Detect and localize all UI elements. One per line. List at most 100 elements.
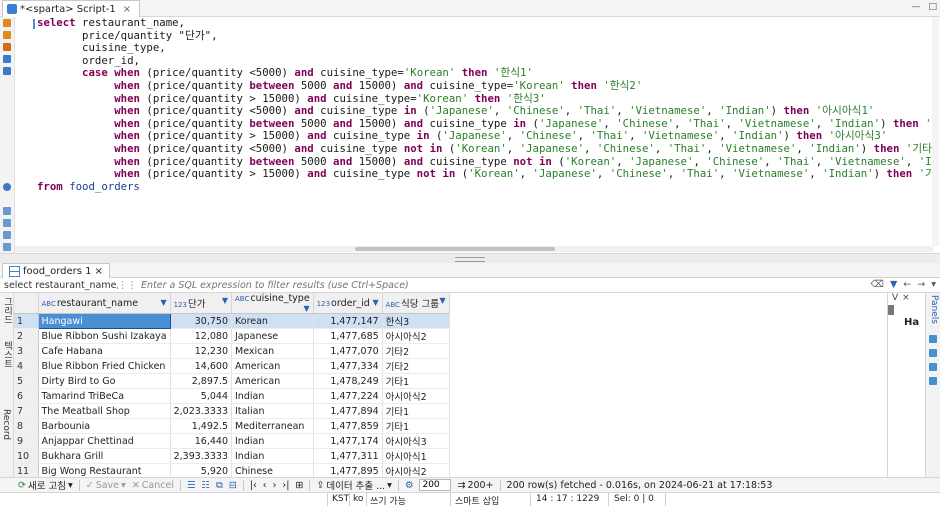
load-plan-icon[interactable] xyxy=(3,67,11,75)
sort-icon[interactable]: ▼ xyxy=(373,298,379,307)
grid-view-tab[interactable]: 그리드 xyxy=(1,297,14,324)
table-cell[interactable]: Mediterranean xyxy=(231,418,314,434)
chevron-down-icon[interactable]: ▾ xyxy=(121,480,126,491)
save-button[interactable]: ✓ Save ▾ xyxy=(86,480,126,491)
table-cell[interactable]: 16,440 xyxy=(170,433,233,449)
clear-filter-icon[interactable]: ⌫ xyxy=(871,279,884,290)
export-button[interactable]: ⇪ 데이터 추출 ... ▾ xyxy=(316,478,392,493)
table-cell[interactable]: 아시아식3 xyxy=(382,433,450,449)
row-number-cell[interactable]: 3 xyxy=(14,343,39,359)
table-row[interactable]: 1 Hangawi 30,750 Korean 1,477,147 한식3 xyxy=(14,313,450,329)
fetch-more-button[interactable]: ⇉ 200+ xyxy=(457,480,493,491)
panels-tab[interactable]: Panels xyxy=(929,295,939,324)
last-page-button[interactable]: ›| xyxy=(282,480,289,491)
fetch-settings-icon[interactable]: ⚙ xyxy=(405,480,414,491)
table-cell[interactable]: American xyxy=(231,373,314,389)
table-cell[interactable]: Hangawi xyxy=(37,313,171,329)
fetch-size-input[interactable] xyxy=(419,479,452,491)
value-panel-scroll-thumb[interactable] xyxy=(888,305,894,315)
table-cell[interactable]: 1,477,147 xyxy=(313,313,383,329)
first-page-button[interactable]: |‹ xyxy=(250,480,257,491)
table-cell[interactable]: Anjappar Chettinad xyxy=(38,433,171,449)
close-icon[interactable]: × xyxy=(95,266,103,277)
editor-vertical-scrollbar[interactable] xyxy=(932,17,939,246)
file-icon[interactable] xyxy=(3,231,11,239)
table-cell[interactable]: 30,750 xyxy=(170,313,233,329)
forward-icon[interactable]: → xyxy=(917,279,925,290)
table-cell[interactable]: 5,044 xyxy=(170,388,233,404)
table-cell[interactable]: 아시아식2 xyxy=(382,328,450,344)
row-number-cell[interactable]: 1 xyxy=(14,313,39,329)
table-cell[interactable]: Indian xyxy=(231,388,314,404)
sort-icon[interactable]: ▼ xyxy=(304,304,310,313)
table-cell[interactable]: Tamarind TriBeCa xyxy=(38,388,171,404)
row-number-cell[interactable]: 4 xyxy=(14,358,39,374)
query-preview[interactable]: select restaurant_name, pric xyxy=(0,280,118,291)
table-cell[interactable]: 1,492.5 xyxy=(170,418,233,434)
column-header[interactable]: ABCrestaurant_name ▼ xyxy=(38,293,171,314)
row-number-cell[interactable]: 7 xyxy=(14,403,39,419)
table-cell[interactable]: Italian xyxy=(231,403,314,419)
table-cell[interactable]: 아시아식2 xyxy=(382,463,450,477)
panel-calc-icon[interactable] xyxy=(929,363,937,371)
copy-icon[interactable] xyxy=(3,207,11,215)
table-cell[interactable]: American xyxy=(231,358,314,374)
table-cell[interactable]: The Meatball Shop xyxy=(38,403,171,419)
row-number-cell[interactable]: 2 xyxy=(14,328,39,344)
table-cell[interactable]: 2,393.3333 xyxy=(170,448,233,464)
sort-icon[interactable]: ▼ xyxy=(222,296,228,305)
table-cell[interactable]: Japanese xyxy=(231,328,314,344)
maximize-icon[interactable]: □ xyxy=(928,2,937,12)
table-row[interactable]: 7 The Meatball Shop 2,023.3333 Italian 1,477… xyxy=(14,403,450,419)
table-cell[interactable]: Big Wong Restaurant xyxy=(38,463,171,477)
editor-horizontal-scrollbar[interactable] xyxy=(15,246,933,252)
sql-editor[interactable]: select restaurant_name, price/quantity "… xyxy=(15,17,933,253)
row-number-cell[interactable]: 9 xyxy=(14,433,39,449)
table-cell[interactable]: 1,477,224 xyxy=(313,388,383,404)
explain-plan-icon[interactable] xyxy=(3,55,11,63)
table-cell[interactable]: 14,600 xyxy=(170,358,233,374)
table-cell[interactable]: Indian xyxy=(231,433,314,449)
table-cell[interactable]: Dirty Bird to Go xyxy=(38,373,171,389)
chevron-down-icon[interactable]: ▾ xyxy=(68,480,73,491)
record-view-tab[interactable]: Record xyxy=(1,409,11,440)
table-cell[interactable]: Blue Ribbon Sushi Izakaya xyxy=(38,328,171,344)
panel-metadata-icon[interactable] xyxy=(929,349,937,357)
table-cell[interactable]: 기타1 xyxy=(382,418,450,434)
table-cell[interactable]: 1,477,859 xyxy=(313,418,383,434)
table-cell[interactable]: 12,080 xyxy=(170,328,233,344)
editor-scroll-thumb[interactable] xyxy=(355,247,555,251)
export-icon[interactable] xyxy=(3,243,11,251)
table-cell[interactable]: 1,477,174 xyxy=(313,433,383,449)
execute-new-tab-icon[interactable] xyxy=(3,31,11,39)
row-number-cell[interactable]: 11 xyxy=(14,463,39,477)
table-cell[interactable]: 아시아식1 xyxy=(382,448,450,464)
paste-icon[interactable] xyxy=(3,219,11,227)
chevron-down-icon[interactable]: ▾ xyxy=(387,480,392,491)
results-tab[interactable]: food_orders 1 × xyxy=(2,263,110,278)
column-header[interactable]: ABCcuisine_type ▼ xyxy=(231,293,314,314)
cancel-button[interactable]: ✕ Cancel xyxy=(132,480,174,491)
table-cell[interactable]: 기타1 xyxy=(382,403,450,419)
table-cell[interactable]: Korean xyxy=(231,313,314,329)
table-cell[interactable]: 한식3 xyxy=(382,313,450,329)
table-cell[interactable]: 1,477,685 xyxy=(313,328,383,344)
funnel-icon[interactable]: ▼ xyxy=(890,279,897,290)
editor-tab-script[interactable]: *<sparta> Script-1 × xyxy=(2,0,141,17)
table-cell[interactable]: 1,477,894 xyxy=(313,403,383,419)
sort-icon[interactable]: ▼ xyxy=(160,298,166,307)
table-cell[interactable]: 2,897.5 xyxy=(170,373,233,389)
settings-icon[interactable] xyxy=(3,183,11,191)
row-number-cell[interactable]: 6 xyxy=(14,388,39,404)
table-cell[interactable]: 1,477,334 xyxy=(313,358,383,374)
filter-input[interactable] xyxy=(141,279,861,291)
prev-page-button[interactable]: ‹ xyxy=(263,480,267,491)
panel-value-icon[interactable] xyxy=(929,335,937,343)
table-cell[interactable]: Blue Ribbon Fried Chicken xyxy=(38,358,171,374)
close-icon[interactable]: × xyxy=(123,4,131,15)
value-panel-content[interactable]: Ha xyxy=(888,317,926,328)
table-cell[interactable]: Cafe Habana xyxy=(38,343,171,359)
splitter-handle[interactable] xyxy=(455,257,485,262)
column-header[interactable]: ABC식당 그룹 ▼ xyxy=(382,293,450,314)
table-row[interactable]: 10 Bukhara Grill 2,393.3333 Indian 1,477,311… xyxy=(14,448,450,464)
